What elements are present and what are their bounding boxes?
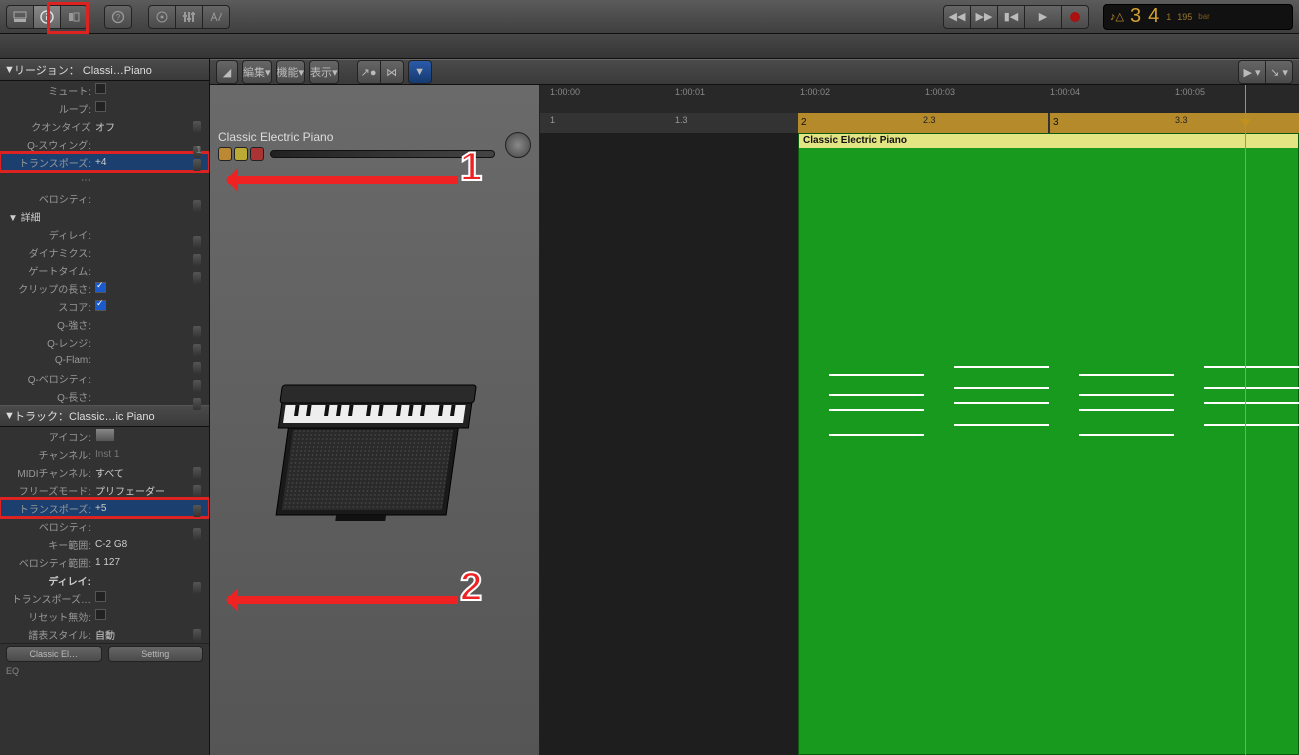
lcd-bar: 3: [1130, 5, 1142, 28]
loop-checkbox[interactable]: [95, 101, 106, 112]
editors-button[interactable]: [202, 5, 230, 29]
function-menu[interactable]: 機能 ▾: [276, 60, 306, 84]
lcd-display[interactable]: ♪△ 3 4 1 195 bar: [1103, 4, 1293, 30]
midi-region[interactable]: Classic Electric Piano: [798, 133, 1299, 755]
pan-knob[interactable]: [505, 132, 531, 158]
lcd-beat: 4: [1148, 5, 1160, 28]
library-button[interactable]: [6, 5, 34, 29]
play-button[interactable]: ▶: [1024, 5, 1062, 29]
control-bar-2: [0, 34, 1299, 59]
catch-button[interactable]: ↗●: [357, 60, 381, 84]
region-title: Classic Electric Piano: [799, 134, 1298, 148]
main-toolbar: ? ◀◀ ▶▶ ▮◀ ▶ ♪△ 3 4 1 195 bar: [0, 0, 1299, 34]
rewind-button[interactable]: ◀◀: [943, 5, 971, 29]
pointer-tool[interactable]: ▶ ▾: [1238, 60, 1266, 84]
inspector-panel: ▼リージョン： Classi…Piano ミュート: ループ: クオンタイズオフ…: [0, 59, 210, 755]
mixer-button[interactable]: [175, 5, 203, 29]
record-button[interactable]: [1061, 5, 1089, 29]
lcd-tick: 195: [1177, 12, 1192, 22]
track-transpose-row[interactable]: トランスポーズ:+5: [0, 499, 209, 517]
help-button[interactable]: ?: [104, 5, 132, 29]
volume-slider[interactable]: [270, 150, 495, 158]
info-button[interactable]: [33, 5, 61, 29]
link-button[interactable]: ⋈: [380, 60, 404, 84]
playhead[interactable]: [1245, 85, 1246, 755]
track-name: Classic Electric Piano: [218, 130, 499, 144]
back-button[interactable]: ◢: [216, 60, 238, 84]
region-section-header[interactable]: ▼リージョン： Classi…Piano: [0, 59, 209, 81]
clip-length-checkbox[interactable]: [95, 282, 106, 293]
edit-menu[interactable]: 編集 ▾: [242, 60, 272, 84]
track-icon-thumb[interactable]: [95, 428, 115, 442]
midi-channel-field[interactable]: すべて: [95, 465, 203, 480]
ruler[interactable]: 1:00:00 1:00:01 1:00:02 1:00:03 1:00:04 …: [540, 85, 1299, 133]
lcd-div: 1: [1166, 12, 1171, 22]
midi-in-button[interactable]: ▼: [408, 60, 432, 84]
track-header[interactable]: 1 Classic Electric Piano: [210, 85, 540, 755]
mute-mini-button[interactable]: [218, 147, 232, 161]
editor-toggle-group: [148, 5, 230, 29]
mute-checkbox[interactable]: [95, 83, 106, 94]
svg-text:?: ?: [116, 13, 121, 22]
stop-go-start-button[interactable]: ▮◀: [997, 5, 1025, 29]
inspector-toggle-button[interactable]: [60, 5, 88, 29]
smart-controls-button[interactable]: [148, 5, 176, 29]
score-checkbox[interactable]: [95, 300, 106, 311]
editor-toolbar: ◢ 編集 ▾ 機能 ▾ 表示 ▾ ↗● ⋈ ▼ ▶ ▾ ↘ ▾: [210, 59, 1299, 85]
transport-group: ◀◀ ▶▶ ▮◀ ▶: [943, 5, 1089, 29]
instrument-icon: [270, 345, 490, 565]
view-menu[interactable]: 表示 ▾: [309, 60, 339, 84]
solo-mini-button[interactable]: [234, 147, 248, 161]
region-transpose-field[interactable]: +4: [95, 157, 203, 168]
view-button-group: [6, 5, 88, 29]
quantize-field[interactable]: オフ: [95, 119, 203, 134]
alt-tool[interactable]: ↘ ▾: [1265, 60, 1293, 84]
freeze-mode-field[interactable]: プリフェーダー: [95, 483, 203, 498]
track-transpose-field[interactable]: +5: [95, 503, 203, 514]
forward-button[interactable]: ▶▶: [970, 5, 998, 29]
channel-strip-name[interactable]: Classic El…: [6, 646, 102, 662]
setting-button[interactable]: Setting: [108, 646, 204, 662]
metronome-icon: ♪△: [1110, 10, 1124, 23]
piano-roll-grid[interactable]: 1:00:00 1:00:01 1:00:02 1:00:03 1:00:04 …: [540, 85, 1299, 755]
piano-roll-editor: ＋ ⊞ S ▾ 1 Classic Electric Piano: [210, 85, 1299, 755]
record-mini-button[interactable]: [250, 147, 264, 161]
region-transpose-row[interactable]: トランスポーズ:+4: [0, 153, 209, 171]
track-section-header[interactable]: ▼トラック：Classic…ic Piano: [0, 405, 209, 427]
